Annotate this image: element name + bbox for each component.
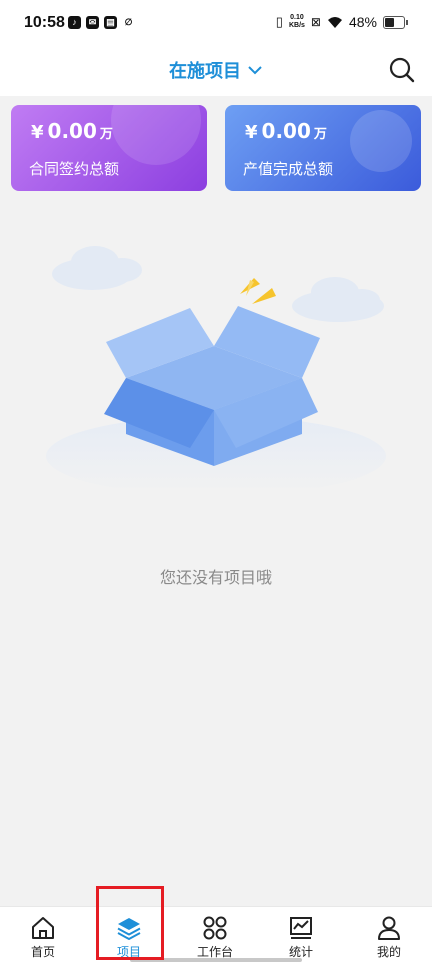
battery-icon: [383, 15, 408, 29]
status-time: 10:58: [24, 14, 65, 31]
tab-label: 首页: [30, 945, 55, 959]
tab-workbench[interactable]: 工作台: [172, 907, 258, 965]
project-filter-dropdown[interactable]: 在施项目: [0, 52, 432, 88]
empty-box-illustration: [46, 246, 386, 488]
empty-message: 您还没有项目哦: [159, 568, 272, 587]
chart-icon: [290, 917, 312, 939]
net-speed: 0.10 KB/s: [289, 14, 305, 30]
status-app-icons: ♪ ✉ ▤ ∅: [68, 16, 135, 29]
tab-statistics[interactable]: 统计: [258, 907, 344, 965]
sync-icon: ∅: [124, 17, 133, 27]
contract-total-card[interactable]: ¥ 0.00 万 合同签约总额: [11, 105, 207, 191]
top-nav: 在施项目: [0, 52, 432, 96]
home-icon: [32, 917, 54, 939]
search-icon[interactable]: [388, 56, 416, 84]
card-amount: ¥ 0.00 万: [245, 119, 327, 143]
bottom-tab-bar: 首页 项目 工作台 统计 我的: [0, 906, 432, 965]
no-sim-icon: ⊠: [310, 15, 321, 29]
cloud-right-icon: [292, 277, 384, 322]
grid-icon: [203, 916, 227, 940]
wifi-icon: [327, 16, 342, 28]
tab-profile[interactable]: 我的: [346, 907, 432, 965]
card-unit: 万: [313, 127, 327, 142]
card-unit: 万: [99, 127, 113, 142]
mail-icon: ✉: [86, 16, 99, 29]
page-title: 在施项目: [169, 61, 241, 82]
status-indicators: ▯ 0.10 KB/s ⊠ 48%: [276, 14, 408, 30]
card-decoration: [350, 110, 412, 172]
tab-projects[interactable]: 项目: [86, 907, 172, 965]
card-label: 合同签约总额: [29, 160, 120, 178]
sparkle-icon: [240, 278, 276, 304]
layers-icon: [117, 918, 141, 940]
net-speed-value: 0.10: [290, 14, 304, 21]
battery-percent: 48%: [348, 14, 377, 30]
home-indicator[interactable]: [130, 958, 302, 962]
user-icon: [378, 916, 400, 940]
cloud-left-icon: [52, 246, 142, 290]
net-speed-unit: KB/s: [288, 22, 305, 29]
card-amount: ¥ 0.00 万: [31, 119, 113, 143]
tab-label: 我的: [376, 945, 401, 959]
currency-symbol: ¥: [245, 122, 258, 143]
card-value: 0.00: [261, 119, 311, 143]
card-decoration: [111, 105, 201, 165]
status-bar: 10:58 ♪ ✉ ▤ ∅ ▯ 0.10 KB/s ⊠ 48%: [0, 0, 432, 52]
tab-home[interactable]: 首页: [0, 907, 86, 965]
output-total-card[interactable]: ¥ 0.00 万 产值完成总额: [225, 105, 421, 191]
currency-symbol: ¥: [31, 122, 44, 143]
chevron-down-icon: [248, 66, 262, 75]
card-label: 产值完成总额: [243, 160, 334, 178]
message-icon: ▤: [104, 16, 117, 29]
card-value: 0.00: [47, 119, 97, 143]
vibrate-icon: ▯: [275, 14, 283, 29]
tiktok-icon: ♪: [68, 16, 81, 29]
